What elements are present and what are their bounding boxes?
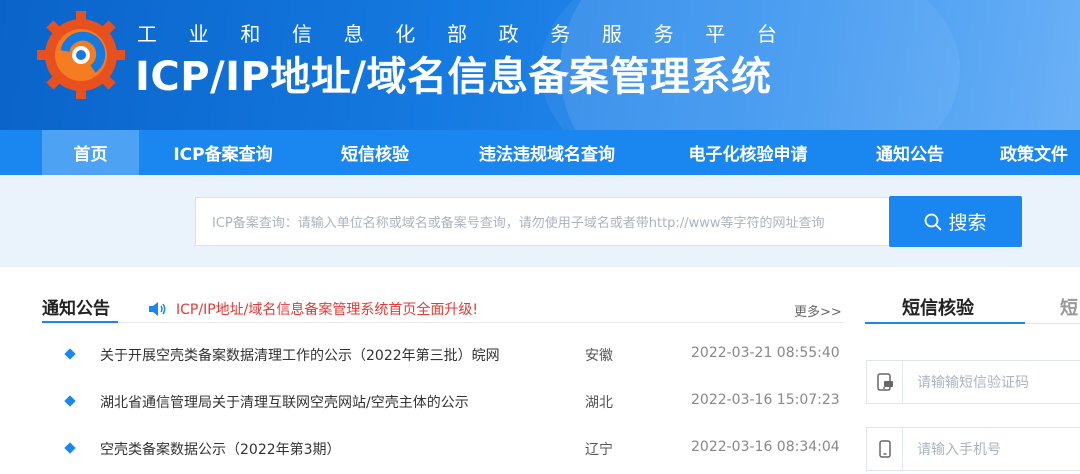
notice-time: 2022-03-16 15:07:23	[691, 392, 840, 408]
org-name-char: 业	[188, 22, 209, 46]
more-link[interactable]: 更多>>	[794, 301, 842, 320]
miit-logo-icon	[37, 11, 125, 99]
phone-icon	[878, 440, 891, 458]
bullet-icon	[64, 395, 76, 407]
nav-item-icp-query[interactable]: ICP备案查询	[157, 130, 289, 175]
bullet-icon	[64, 348, 76, 360]
notice-headline[interactable]: ICP/IP地址/域名信息备案管理系统首页全面升级!	[176, 299, 478, 319]
notice-row[interactable]: 关于开展空壳类备案数据清理工作的公示（2022年第三批）皖网 安徽 2022-0…	[0, 343, 860, 367]
nav-item-e-verify[interactable]: 电子化核验申请	[672, 130, 824, 175]
notice-region: 湖北	[585, 395, 613, 411]
org-name-char: 信	[291, 22, 312, 46]
org-name-char: 政	[498, 22, 519, 46]
tab-active-underline	[865, 322, 1025, 324]
org-name-char: 务	[653, 22, 674, 46]
org-name-char: 平	[705, 22, 726, 46]
org-name-char: 部	[446, 22, 467, 46]
notice-time: 2022-03-16 08:34:04	[691, 439, 840, 455]
sms-code-placeholder: 请输输短信验证码	[917, 375, 1029, 391]
org-name-char: 务	[550, 22, 571, 46]
notices-heading-underline	[42, 321, 118, 323]
search-icon	[925, 213, 942, 230]
notice-title[interactable]: 空壳类备案数据公示（2022年第3期）	[100, 439, 341, 459]
notice-row[interactable]: 湖北省通信管理局关于清理互联网空壳网站/空壳主体的公示 湖北 2022-03-1…	[0, 390, 860, 414]
org-name-char: 和	[240, 22, 261, 46]
nav-item-illegal-domain[interactable]: 违法违规域名查询	[462, 130, 632, 175]
org-name-char: 服	[601, 22, 622, 46]
nav-item-policy[interactable]: 政策文件	[1000, 130, 1080, 175]
org-name: 工业和信息化部政务服务平台	[137, 18, 777, 47]
org-name-char: 化	[395, 22, 416, 46]
org-name-char: 台	[756, 22, 777, 46]
notice-time: 2022-03-21 08:55:40	[691, 345, 840, 361]
search-section: ICP备案查询：请输入单位名称或域名或备案号查询，请勿使用子域名或者带http:…	[0, 175, 1080, 267]
notice-title[interactable]: 关于开展空壳类备案数据清理工作的公示（2022年第三批）皖网	[100, 345, 500, 365]
phone-placeholder: 请输入手机号	[917, 442, 1001, 458]
search-button-label: 搜索	[948, 212, 987, 234]
org-name-char: 息	[343, 22, 364, 46]
notice-region: 辽宁	[585, 442, 613, 458]
nav-item-notices[interactable]: 通知公告	[862, 130, 958, 175]
nav-item-home[interactable]: 首页	[42, 130, 139, 175]
tab-sms-verify[interactable]: 短信核验	[902, 294, 974, 320]
phone-field[interactable]: 请输入手机号	[866, 427, 1080, 471]
sms-code-field[interactable]: 请输输短信验证码	[866, 360, 1080, 404]
main-nav: 首页 ICP备案查询 短信核验 违法违规域名查询 电子化核验申请 通知公告 政策…	[0, 130, 1080, 175]
speaker-icon	[149, 302, 166, 316]
notice-region: 安徽	[585, 348, 613, 364]
bullet-icon	[64, 442, 76, 454]
nav-item-sms-verify[interactable]: 短信核验	[325, 130, 425, 175]
search-button[interactable]: 搜索	[889, 196, 1022, 247]
header-banner: 工 业 和 信 息 化 部 政 务 服 务 平 台 ICP/IP地址/域名信息备案管理系统	[0, 0, 1080, 130]
notices-divider	[42, 322, 844, 323]
sms-code-icon	[876, 373, 893, 391]
search-input[interactable]: ICP备案查询：请输入单位名称或域名或备案号查询，请勿使用子域名或者带http:…	[195, 197, 890, 246]
notice-row[interactable]: 空壳类备案数据公示（2022年第3期） 辽宁 2022-03-16 08:34:…	[0, 437, 860, 461]
notice-title[interactable]: 湖北省通信管理局关于清理互联网空壳网站/空壳主体的公示	[100, 392, 469, 412]
tab-next[interactable]: 短	[1060, 294, 1078, 320]
org-name-char: 工	[137, 22, 157, 46]
notices-heading[interactable]: 通知公告	[42, 294, 110, 319]
system-title: ICP/IP地址/域名信息备案管理系统	[135, 54, 772, 100]
